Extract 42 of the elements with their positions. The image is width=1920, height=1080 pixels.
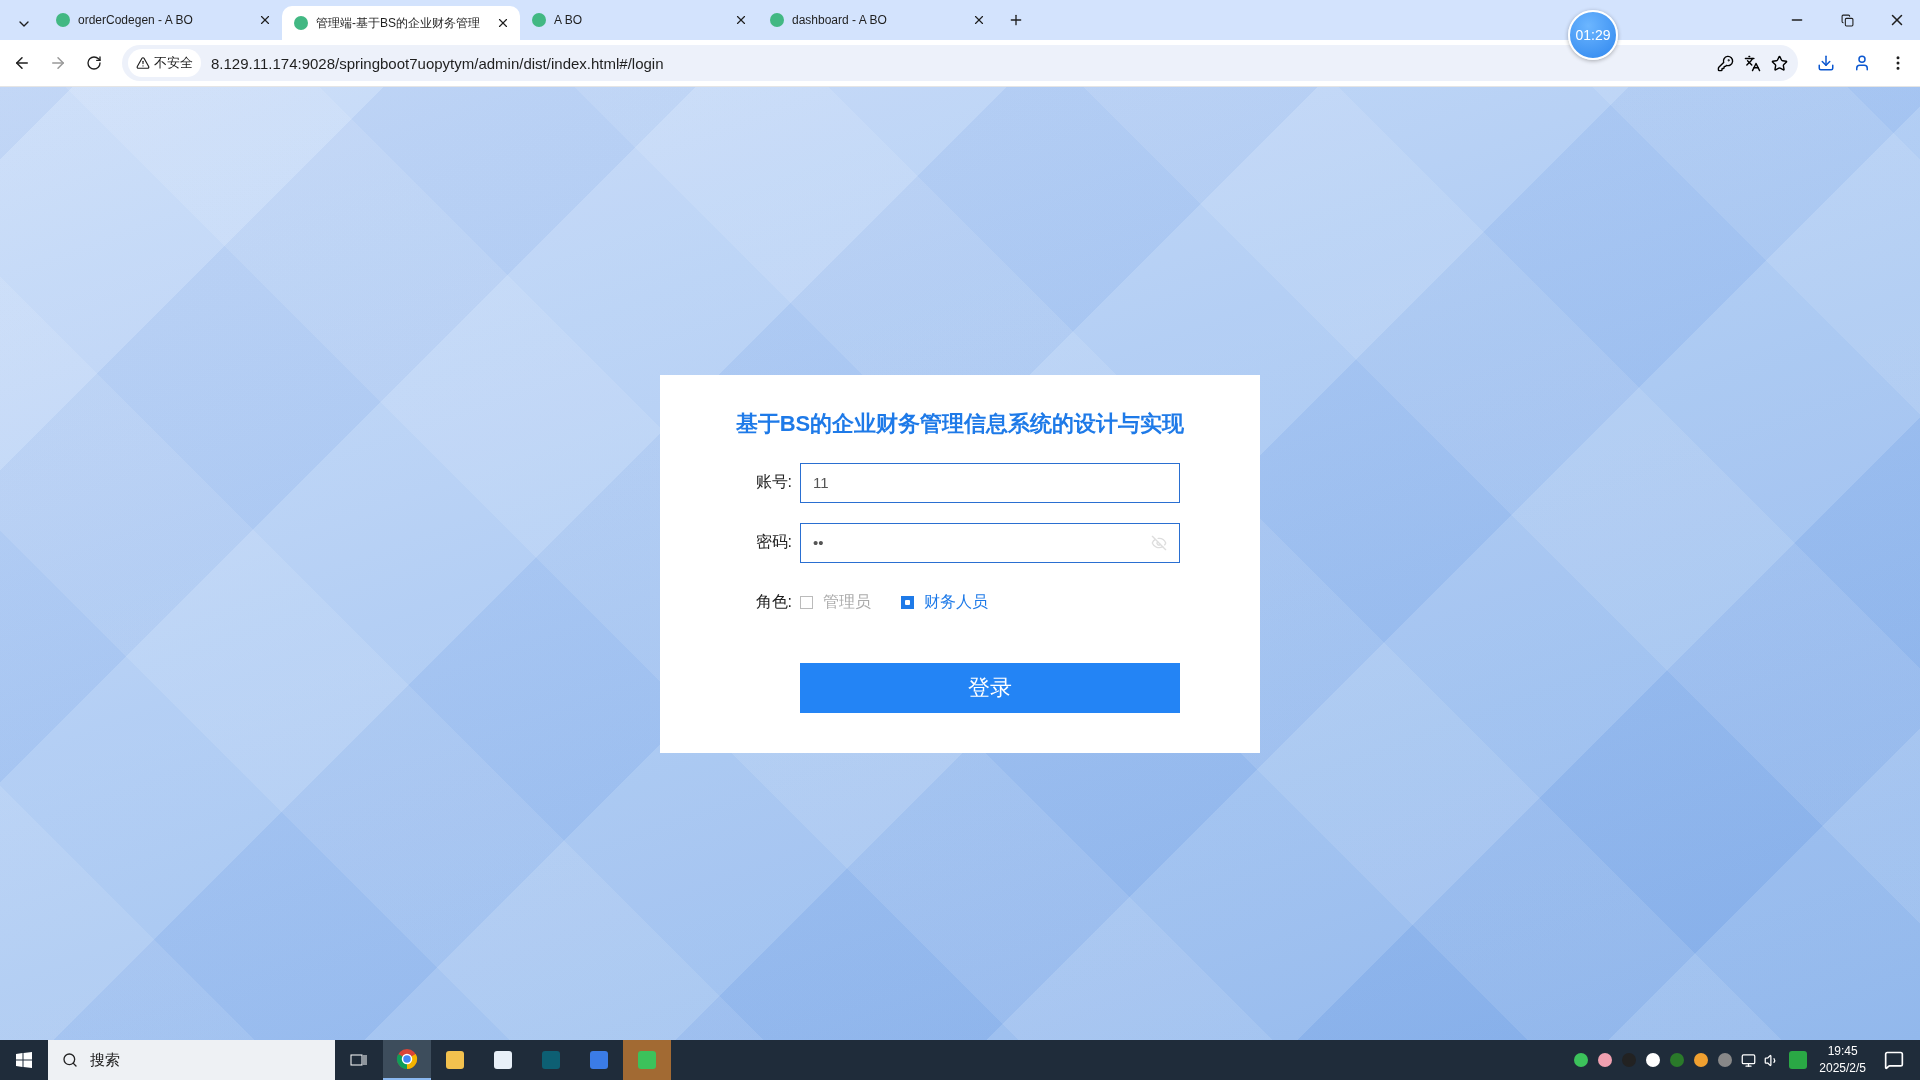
tray-icon[interactable] xyxy=(1645,1052,1662,1068)
browser-tab[interactable]: 管理端-基于BS的企业财务管理 xyxy=(282,6,520,40)
close-icon[interactable] xyxy=(258,13,272,27)
password-field[interactable]: •• xyxy=(800,522,1180,563)
browser-tab[interactable]: orderCodegen - A BO xyxy=(44,3,282,37)
chrome-icon[interactable] xyxy=(396,1048,418,1070)
role-text: 财务人员 xyxy=(924,592,988,612)
translate-icon[interactable] xyxy=(1744,54,1761,72)
field-label: 账号: xyxy=(754,472,792,492)
security-chip[interactable]: 不安全 xyxy=(128,49,201,77)
browser-tab[interactable]: A BO xyxy=(520,3,758,37)
field-label: 密码: xyxy=(754,532,792,552)
login-button[interactable]: 登录 xyxy=(800,662,1180,713)
tray-icon[interactable] xyxy=(1597,1052,1614,1068)
clock-date: 2025/2/5 xyxy=(1819,1060,1866,1077)
checkbox[interactable] xyxy=(901,596,914,609)
app-icon[interactable] xyxy=(492,1049,514,1071)
key-icon[interactable] xyxy=(1717,54,1734,72)
notification-icon[interactable] xyxy=(1884,1050,1904,1070)
checkbox[interactable] xyxy=(800,596,813,609)
role-label: 角色: xyxy=(754,592,792,612)
url-text: 8.129.11.174:9028/springboot7uopytym/admin/dist/index.html#/login xyxy=(211,54,665,72)
clock-time: 19:45 xyxy=(1827,1043,1858,1060)
system-title: 基于BS的企业财务管理信息系统的设计与实现 xyxy=(735,409,1185,438)
tray-icon[interactable] xyxy=(1693,1052,1710,1068)
role-text: 管理员 xyxy=(823,592,871,612)
close-icon[interactable] xyxy=(496,16,510,30)
star-icon[interactable] xyxy=(1771,54,1788,72)
browser-tab[interactable]: dashboard - A BO xyxy=(758,3,996,37)
security-label: 不安全 xyxy=(154,54,193,72)
tray-icon[interactable] xyxy=(1573,1052,1590,1068)
account-field[interactable]: 11 xyxy=(800,462,1180,503)
close-icon[interactable] xyxy=(972,13,986,27)
network-icon[interactable] xyxy=(1741,1052,1757,1068)
role-option[interactable]: 财务人员 xyxy=(901,592,988,613)
close-icon[interactable] xyxy=(734,13,748,27)
search-placeholder: 搜索 xyxy=(90,1050,120,1070)
taskbar-search-field[interactable]: 搜索 xyxy=(48,1040,335,1080)
search-icon xyxy=(62,1052,78,1068)
warning-icon xyxy=(136,56,150,70)
clock[interactable]: 19:45 2025/2/5 xyxy=(1819,1043,1866,1077)
address-bar[interactable]: 不安全 8.129.11.174:9028/springboot7uopytym/admin/dist/index.html#/login xyxy=(122,45,1798,81)
